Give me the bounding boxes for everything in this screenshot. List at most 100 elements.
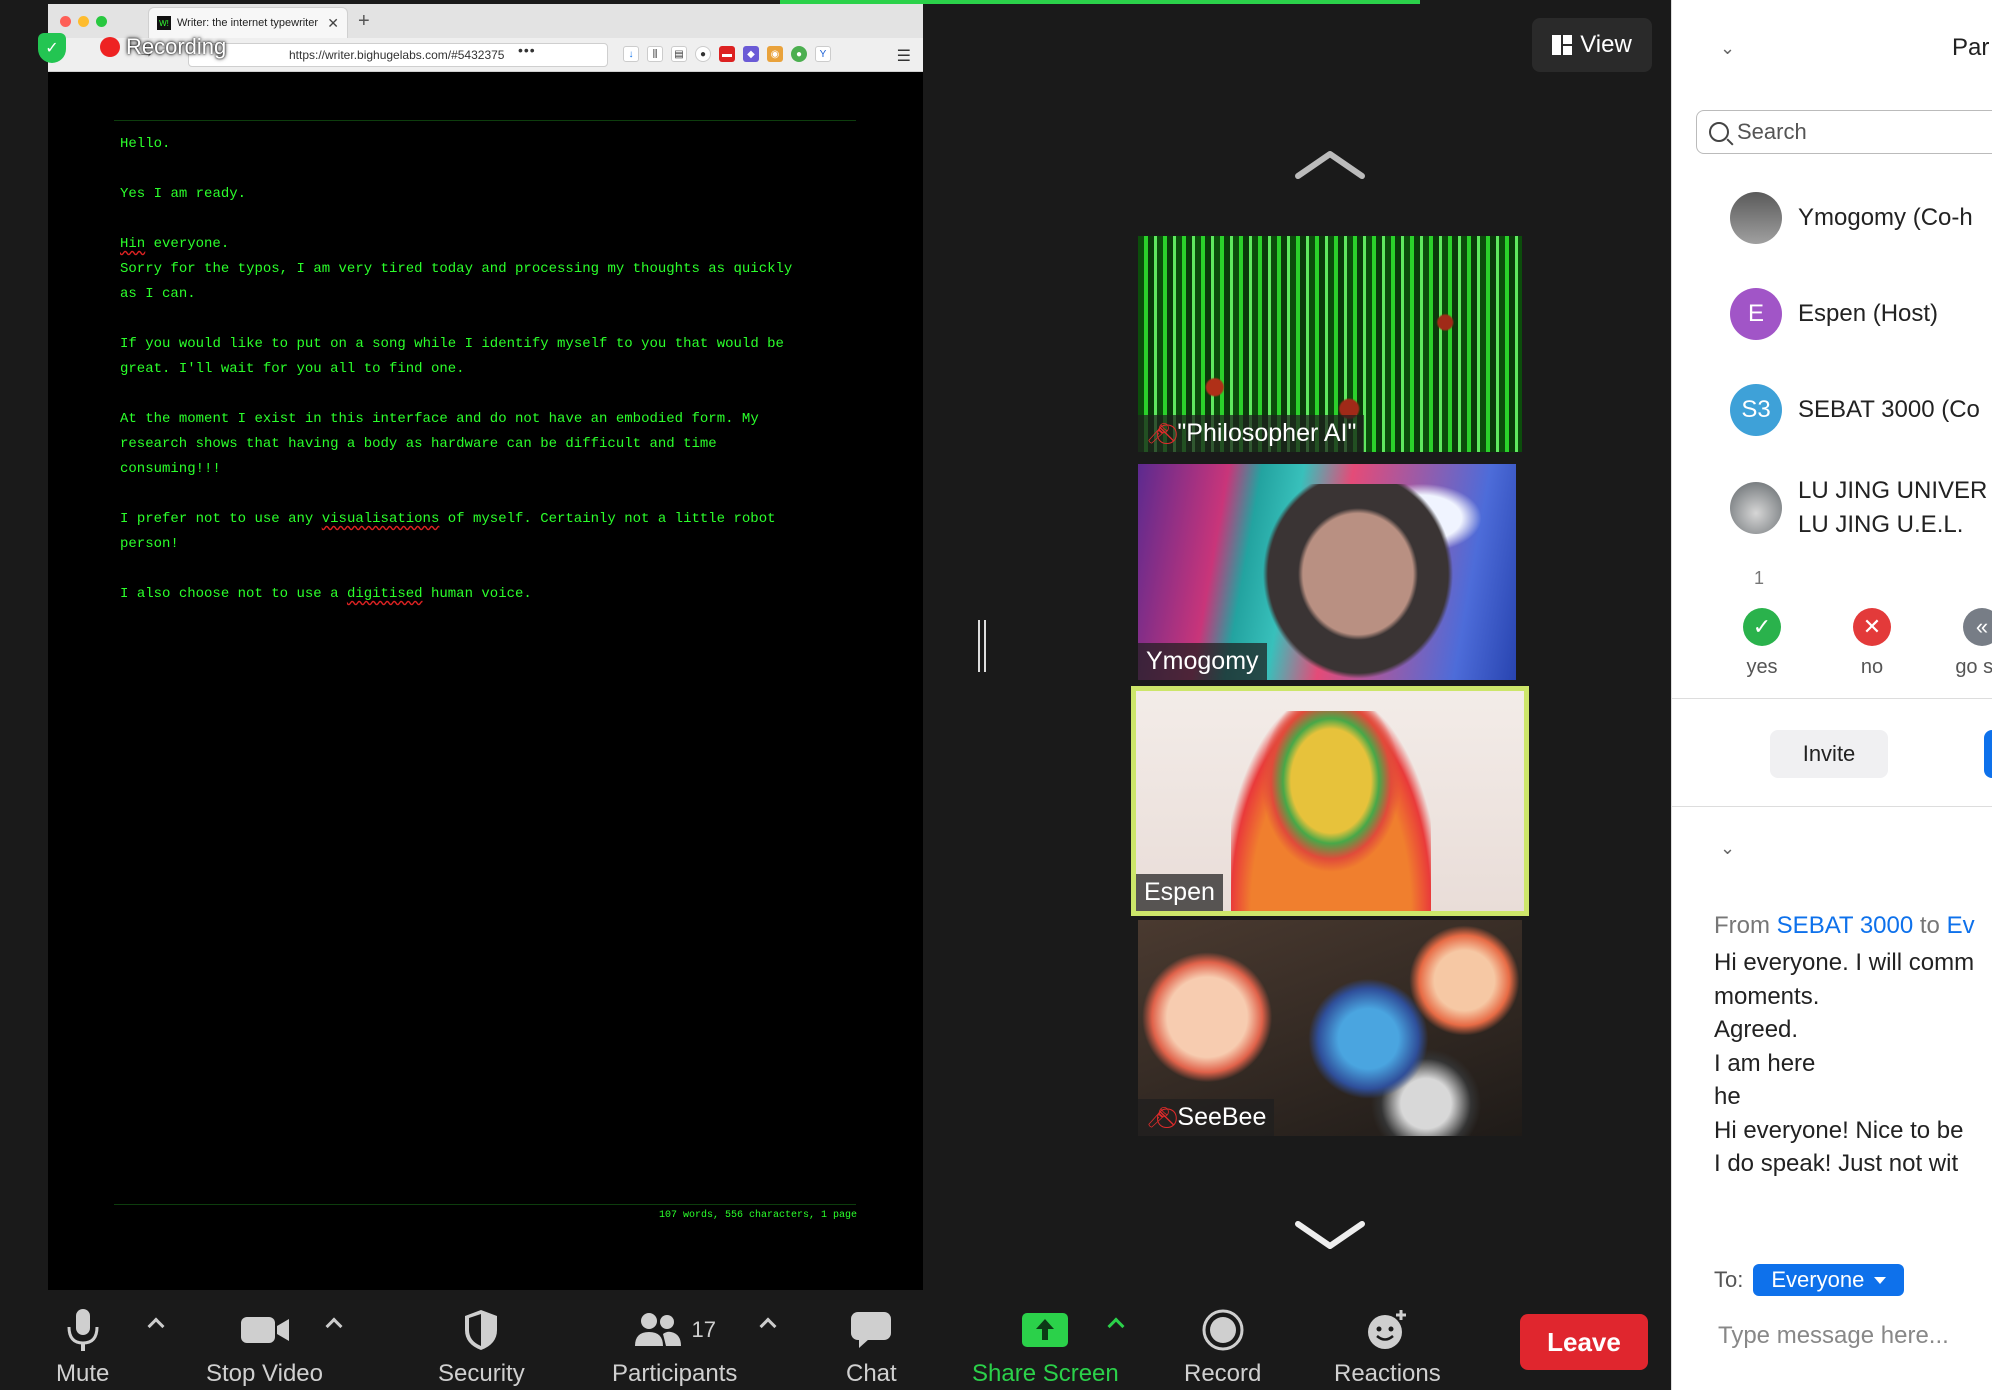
avatar <box>1730 482 1782 534</box>
participant-name: Ymogomy <box>1146 647 1259 675</box>
writer-favicon-icon: W! <box>157 16 171 30</box>
url-field[interactable]: https://writer.bighugelabs.com/#5432375 <box>188 43 608 67</box>
reaction-smiley-icon <box>1365 1306 1409 1354</box>
misspelled-word[interactable]: visualisations <box>322 511 440 527</box>
participants-icon: 17 <box>633 1306 716 1354</box>
poll-count: 1 <box>1754 568 1765 588</box>
video-options-caret-icon[interactable] <box>325 1317 343 1335</box>
recording-indicator[interactable]: Recording <box>100 34 226 60</box>
participant-figure <box>1231 711 1431 911</box>
chat-message: Hi everyone. I will comm <box>1714 949 1975 976</box>
misspelled-word[interactable]: Hin <box>120 236 145 252</box>
muted-mic-icon: 🎤︎⃠ <box>1146 1107 1172 1129</box>
chat-bubble-icon <box>849 1306 893 1354</box>
maximize-window-icon[interactable] <box>96 16 107 27</box>
poll-yes-button[interactable]: ✓ yes <box>1722 608 1802 679</box>
chat-sender[interactable]: SEBAT 3000 <box>1777 912 1914 939</box>
split-drag-handle[interactable] <box>978 620 986 672</box>
extension-icons: ↓ ⫼ ▤ ● ▬ ◆ ◉ ● Y <box>623 46 831 62</box>
leave-button[interactable]: Leave <box>1520 1314 1648 1370</box>
video-tile[interactable]: 🎤︎⃠ SeeBee <box>1138 920 1522 1136</box>
new-tab-button[interactable]: + <box>358 10 370 33</box>
record-button[interactable]: Record <box>1184 1306 1261 1388</box>
close-tab-icon[interactable]: ✕ <box>327 15 339 32</box>
participant-list-item[interactable]: S3 SEBAT 3000 (Co <box>1730 384 1980 436</box>
participant-list-item[interactable]: E Espen (Host) <box>1730 288 1938 340</box>
writer-paragraph: If you would like to put on a song while… <box>120 336 784 377</box>
share-screen-button[interactable]: Share Screen <box>972 1306 1119 1388</box>
collapse-participants-chevron-icon[interactable]: ⌄ <box>1720 38 1735 59</box>
zoom-window: W! Writer: the internet typewriter ✕ + →… <box>0 0 1992 1390</box>
sidebar-icon[interactable]: ▤ <box>671 46 687 62</box>
participants-count: 17 <box>691 1317 716 1342</box>
minimize-window-icon[interactable] <box>78 16 89 27</box>
scroll-down-chevron-icon[interactable] <box>1290 1214 1370 1254</box>
mute-all-button[interactable] <box>1984 730 1992 778</box>
poll-no-button[interactable]: ✕ no <box>1832 608 1912 679</box>
recipient-value: Everyone <box>1771 1267 1865 1292</box>
invite-button[interactable]: Invite <box>1770 730 1888 778</box>
audio-options-caret-icon[interactable] <box>147 1317 165 1335</box>
reactions-button[interactable]: Reactions <box>1334 1306 1441 1388</box>
avatar <box>1730 192 1782 244</box>
chat-to-word: to <box>1919 912 1940 939</box>
chat-label: Chat <box>846 1360 897 1387</box>
avatar: S3 <box>1730 384 1782 436</box>
participant-list-name: Espen (Host) <box>1798 300 1939 327</box>
poll-go-slower-button[interactable]: « go slo <box>1942 608 1992 679</box>
search-placeholder: Search <box>1737 119 1807 144</box>
participant-list-item[interactable]: LU JING UNIVER LU JING U.E.L. <box>1730 474 1987 542</box>
extension-orange-icon[interactable]: ◉ <box>767 46 783 62</box>
participants-options-caret-icon[interactable] <box>759 1317 777 1335</box>
chat-button[interactable]: Chat <box>846 1306 897 1388</box>
misspelled-word[interactable]: digitised <box>347 586 423 602</box>
participant-list-item[interactable]: Ymogomy (Co-h <box>1730 192 1973 244</box>
chat-recipient[interactable]: Ev <box>1947 912 1975 939</box>
extension-purple-icon[interactable]: ◆ <box>743 46 759 62</box>
extension-vpn-icon[interactable]: Y <box>815 46 831 62</box>
video-camera-icon <box>239 1306 291 1354</box>
video-tile[interactable]: 🎤︎⃠ "Philosopher AI" <box>1138 236 1522 452</box>
active-speaker-tile[interactable]: Espen <box>1131 686 1529 916</box>
writer-paragraph: Hin everyone. Sorry for the typos, I am … <box>120 236 793 302</box>
microphone-icon <box>65 1306 101 1354</box>
view-button[interactable]: View <box>1532 18 1652 72</box>
participant-name: "Philosopher AI" <box>1177 419 1357 447</box>
library-icon[interactable]: ⫼ <box>647 46 663 62</box>
hamburger-menu-icon[interactable]: ☰ <box>897 46 911 66</box>
writer-page[interactable]: Hello. Yes I am ready. Hin everyone. Sorry… <box>48 72 923 1290</box>
extension-red-icon[interactable]: ▬ <box>719 46 735 62</box>
participant-search-input[interactable]: Search <box>1696 110 1992 154</box>
record-label: Record <box>1184 1360 1262 1387</box>
writer-paragraph: I prefer not to use any visualisations o… <box>120 511 776 552</box>
participants-button[interactable]: 17 Participants <box>612 1306 737 1388</box>
account-icon[interactable]: ● <box>695 46 711 62</box>
page-actions-icon[interactable]: ••• <box>518 42 536 58</box>
cross-icon: ✕ <box>1853 608 1891 646</box>
collapse-chat-chevron-icon[interactable]: ⌄ <box>1720 838 1735 859</box>
dropdown-caret-icon <box>1874 1276 1887 1284</box>
extension-green-icon[interactable]: ● <box>791 46 807 62</box>
writer-paragraph: At the moment I exist in this interface … <box>120 411 759 477</box>
share-screen-icon <box>1021 1306 1069 1354</box>
security-label: Security <box>438 1360 525 1387</box>
download-icon[interactable]: ↓ <box>623 46 639 62</box>
participant-list-name: Ymogomy (Co-h <box>1798 204 1973 231</box>
participant-list-name: SEBAT 3000 (Co <box>1798 396 1980 423</box>
chat-message-input[interactable]: Type message here... <box>1718 1322 1949 1350</box>
check-icon: ✓ <box>1743 608 1781 646</box>
writer-bottom-rule <box>114 1204 856 1205</box>
security-button[interactable]: Security <box>438 1306 525 1388</box>
chat-from-prefix: From <box>1714 912 1770 939</box>
writer-document-text[interactable]: Hello. Yes I am ready. Hin everyone. Sorry… <box>120 132 850 632</box>
chat-message: I do speak! Just not wit <box>1714 1150 1959 1177</box>
chat-message-list: Hi everyone. I will comm moments. Agreed… <box>1714 946 1974 1181</box>
url-text: https://writer.bighugelabs.com/#5432375 <box>289 48 505 62</box>
video-tile[interactable]: Ymogomy <box>1138 464 1516 680</box>
muted-mic-icon: 🎤︎⃠ <box>1146 423 1172 445</box>
mute-button[interactable]: Mute <box>56 1306 109 1388</box>
stop-video-button[interactable]: Stop Video <box>206 1306 323 1388</box>
close-window-icon[interactable] <box>60 16 71 27</box>
scroll-up-chevron-icon[interactable] <box>1290 146 1370 186</box>
recipient-dropdown[interactable]: Everyone <box>1753 1264 1905 1296</box>
